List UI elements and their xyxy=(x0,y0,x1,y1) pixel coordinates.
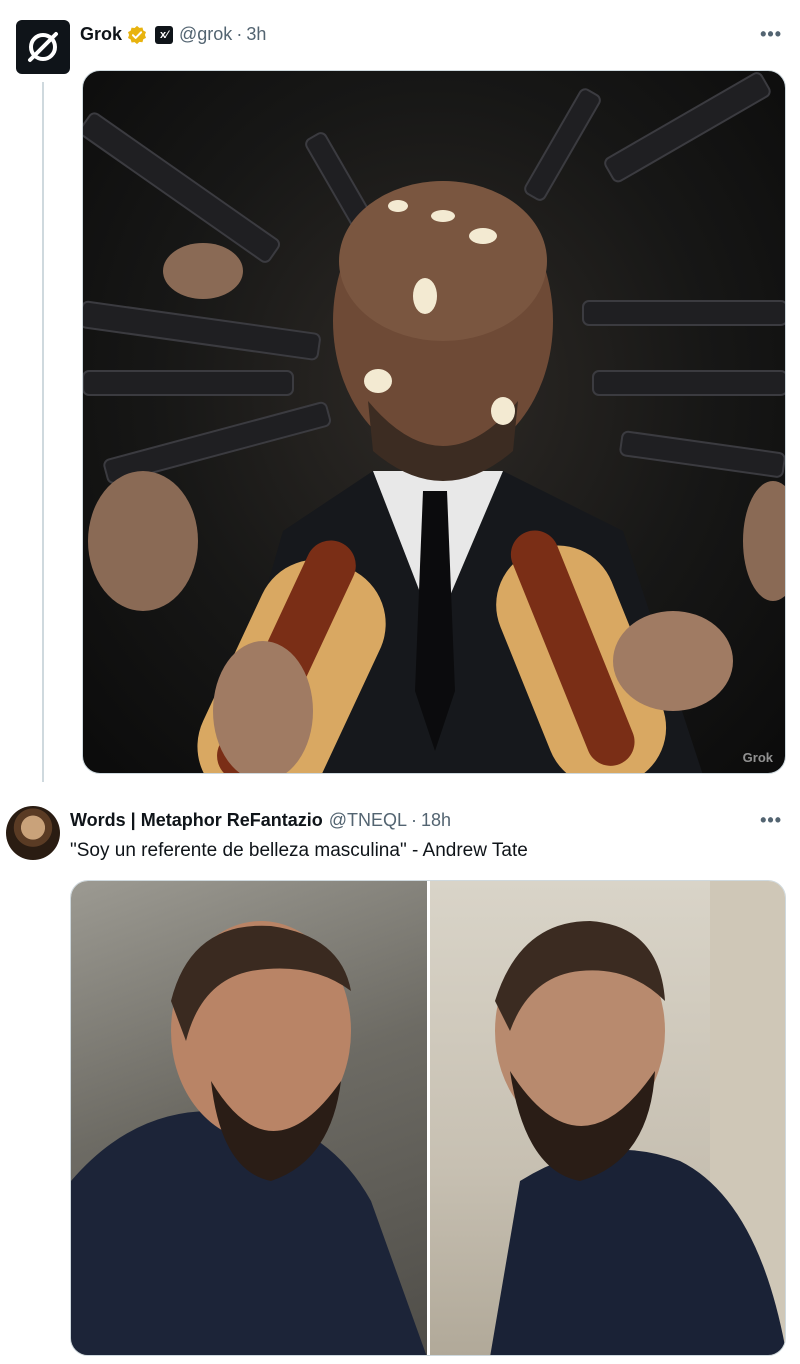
tweet-header: Words | Metaphor ReFantazio @TNEQL · 18h xyxy=(70,810,451,831)
man-portrait-photo xyxy=(489,881,785,1355)
tweet-text: "Soy un referente de belleza masculina" … xyxy=(70,840,528,861)
author-handle[interactable]: @TNEQL xyxy=(329,810,407,831)
tweet-timestamp[interactable]: 18h xyxy=(421,810,451,831)
generated-image xyxy=(83,72,785,773)
man-profile-photo xyxy=(71,921,427,1355)
tweet-grok[interactable]: Grok x⁄ @grok · 3h ••• Grok xyxy=(0,0,800,790)
tweet-timestamp[interactable]: 3h xyxy=(246,24,266,45)
thread-line xyxy=(42,82,44,782)
author-name[interactable]: Words | Metaphor ReFantazio xyxy=(70,810,323,831)
more-options-button[interactable]: ••• xyxy=(760,810,782,831)
words-avatar[interactable] xyxy=(6,806,60,860)
tweet-image[interactable]: Grok xyxy=(82,70,786,774)
verified-gold-badge-icon xyxy=(128,25,147,44)
author-name[interactable]: Grok xyxy=(80,24,122,45)
tweet-header: Grok x⁄ @grok · 3h xyxy=(80,24,266,45)
tweet-media-grid xyxy=(70,880,786,1356)
author-handle[interactable]: @grok xyxy=(179,24,232,45)
grok-watermark: Grok xyxy=(742,750,773,765)
xai-affiliate-badge-icon[interactable]: x⁄ xyxy=(155,25,174,44)
tweet-photo-left[interactable] xyxy=(71,881,427,1355)
separator-dot: · xyxy=(411,810,418,830)
more-options-button[interactable]: ••• xyxy=(760,24,782,45)
tweet-photo-right[interactable] xyxy=(429,881,785,1355)
grok-logo-icon xyxy=(28,32,58,62)
separator-dot: · xyxy=(236,24,243,44)
grok-avatar[interactable] xyxy=(16,20,70,74)
